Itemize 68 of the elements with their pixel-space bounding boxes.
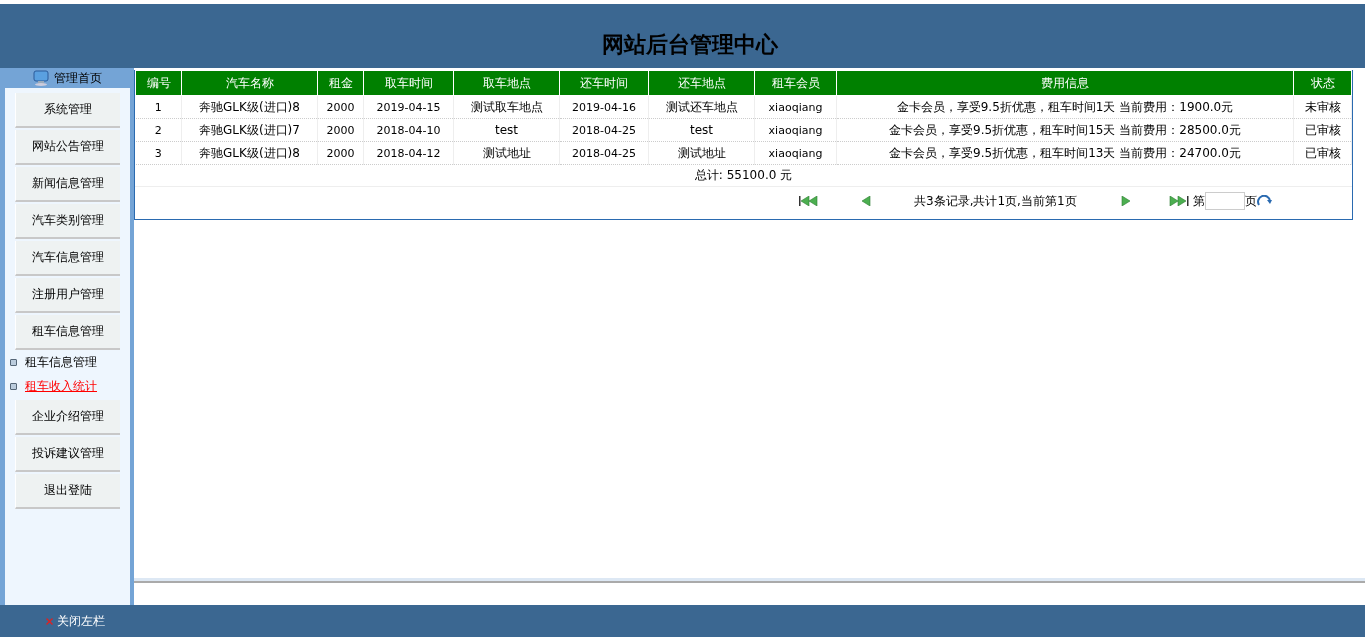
menu-section[interactable]: 汽车信息管理 <box>15 241 120 276</box>
column-header: 费用信息 <box>836 70 1294 96</box>
table-cell: 测试还车地点 <box>648 95 755 119</box>
table-cell: xiaoqiang <box>754 95 837 119</box>
table-cell: xiaoqiang <box>754 141 837 165</box>
table-cell: xiaoqiang <box>754 118 837 142</box>
menu-section[interactable]: 退出登陆 <box>15 474 120 509</box>
menu-section[interactable]: 注册用户管理 <box>15 278 120 313</box>
table-cell: 2 <box>135 118 182 142</box>
table-cell: 金卡会员，享受9.5折优惠，租车时间1天 当前费用：1900.0元 <box>836 95 1294 119</box>
column-header: 还车地点 <box>648 70 755 96</box>
page-number-field[interactable] <box>1204 192 1245 210</box>
bullet-icon <box>10 382 17 390</box>
table-cell: 已审核 <box>1293 141 1352 165</box>
table-cell: 测试地址 <box>648 141 755 165</box>
table-cell: 奔驰GLK级(进口)7 <box>181 118 318 142</box>
column-header: 汽车名称 <box>181 70 318 96</box>
page-suffix-text: 页 <box>1244 192 1257 210</box>
menu-section[interactable]: 投诉建议管理 <box>15 437 120 472</box>
first-page-icon[interactable] <box>799 196 819 206</box>
submenu-link[interactable]: 租车信息管理 <box>25 353 97 371</box>
table-cell: 3 <box>135 141 182 165</box>
close-icon <box>46 617 53 625</box>
table-cell: test <box>453 118 560 142</box>
total-text: 总计: 55100.0 元 <box>694 167 793 184</box>
column-header: 状态 <box>1293 70 1352 96</box>
submenu-link[interactable]: 租车收入统计 <box>25 377 97 395</box>
last-page-icon[interactable] <box>1168 196 1189 206</box>
table-cell: 金卡会员，享受9.5折优惠，租车时间13天 当前费用：24700.0元 <box>836 141 1294 165</box>
table-cell: 测试取车地点 <box>453 95 560 119</box>
page-prefix-text: 第 <box>1192 192 1205 210</box>
table-cell: 2018-04-25 <box>559 118 649 142</box>
computer-icon <box>32 70 50 86</box>
table-cell: 2000 <box>317 95 364 119</box>
table-cell: test <box>648 118 755 142</box>
previous-page-icon[interactable] <box>861 196 871 206</box>
column-header: 还车时间 <box>559 70 649 96</box>
menu-section[interactable]: 系统管理 <box>15 93 120 128</box>
table-cell: 奔驰GLK级(进口)8 <box>181 95 318 119</box>
table-cell: 2019-04-15 <box>363 95 454 119</box>
table-cell: 2018-04-10 <box>363 118 454 142</box>
column-header: 租车会员 <box>754 70 837 96</box>
column-header: 租金 <box>317 70 364 96</box>
next-page-icon[interactable] <box>1120 196 1131 206</box>
menu-section[interactable]: 租车信息管理 <box>15 315 120 350</box>
close-sidebar-link[interactable]: 关闭左栏 <box>57 612 105 630</box>
table-cell: 2000 <box>317 118 364 142</box>
go-arrow-icon[interactable] <box>1256 195 1273 207</box>
table-cell: 金卡会员，享受9.5折优惠，租车时间15天 当前费用：28500.0元 <box>836 118 1294 142</box>
pagination-info: 共3条记录,共计1页,当前第1页 <box>914 192 1077 210</box>
table-cell: 未审核 <box>1293 95 1352 119</box>
column-header: 取车时间 <box>363 70 454 96</box>
table-cell: 2018-04-12 <box>363 141 454 165</box>
site-title: 网站后台管理中心 <box>601 31 778 59</box>
table-cell: 已审核 <box>1293 118 1352 142</box>
column-header: 取车地点 <box>453 70 560 96</box>
menu-section[interactable]: 新闻信息管理 <box>15 167 120 202</box>
table-cell: 1 <box>135 95 182 119</box>
menu-section[interactable]: 汽车类别管理 <box>15 204 120 239</box>
table-cell: 奔驰GLK级(进口)8 <box>181 141 318 165</box>
bullet-icon <box>10 358 17 366</box>
menu-section[interactable]: 企业介绍管理 <box>15 400 120 435</box>
table-cell: 2000 <box>317 141 364 165</box>
menu-section[interactable]: 网站公告管理 <box>15 130 120 165</box>
table-cell: 2018-04-25 <box>559 141 649 165</box>
table-cell: 测试地址 <box>453 141 560 165</box>
table-cell: 2019-04-16 <box>559 95 649 119</box>
column-header: 编号 <box>135 70 182 96</box>
